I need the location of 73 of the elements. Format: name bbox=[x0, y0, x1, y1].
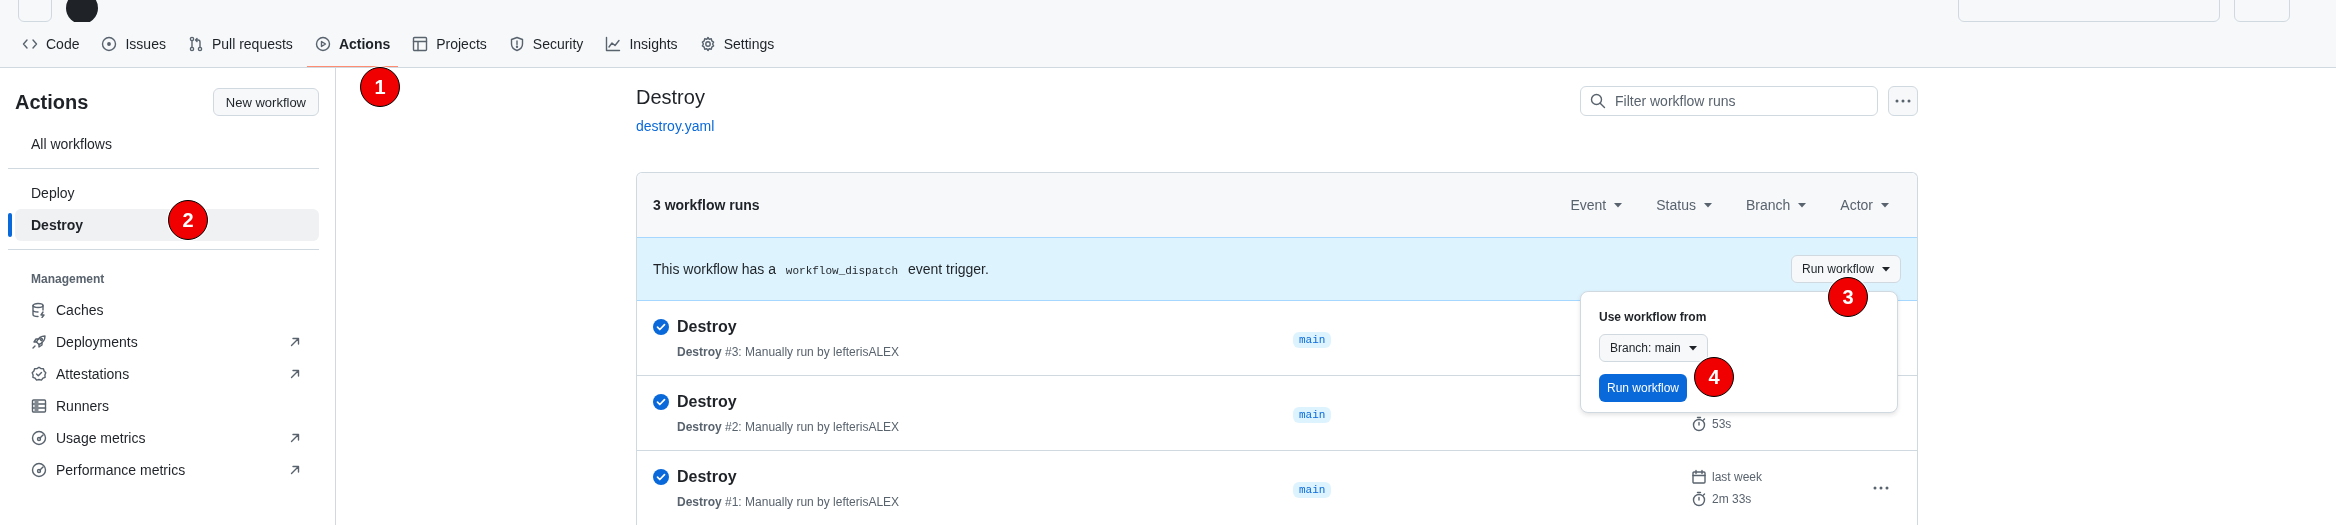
pull-request-icon bbox=[187, 36, 204, 52]
meter-icon bbox=[31, 430, 47, 446]
stopwatch-icon bbox=[1691, 416, 1707, 432]
run-workflow-dropdown[interactable]: Run workflow bbox=[1790, 255, 1901, 283]
run-duration: 53s bbox=[1712, 417, 1732, 431]
table-icon bbox=[412, 36, 429, 52]
repo-tab[interactable]: Settings bbox=[691, 22, 783, 67]
section-heading: Management bbox=[30, 271, 106, 288]
sidebar-item[interactable]: Caches bbox=[8, 294, 319, 326]
popover-heading: Use workflow from bbox=[1599, 310, 1708, 324]
new-workflow-button[interactable]: New workflow bbox=[212, 88, 319, 116]
repo-tab[interactable]: Security bbox=[500, 22, 592, 67]
stopwatch-icon bbox=[1691, 491, 1707, 507]
sidebar-item[interactable]: Runners bbox=[8, 390, 319, 422]
banner-text: This workflow has a workflow_dispatch event trigger. bbox=[653, 261, 990, 277]
runs-count: 3 workflow runs bbox=[653, 197, 761, 213]
run-duration: 2m 33s bbox=[1712, 492, 1752, 506]
run-description: Destroy #3: Manually run by lefterisALEX bbox=[677, 344, 901, 359]
caret-icon bbox=[1614, 202, 1623, 208]
verified-badge-icon bbox=[31, 366, 47, 382]
run-description: Destroy #1: Manually run by lefterisALEX bbox=[677, 494, 901, 509]
run-workflow-button[interactable]: Run workflow bbox=[1599, 374, 1688, 402]
database-icon bbox=[31, 302, 47, 318]
filter-dropdown[interactable]: Event bbox=[1548, 197, 1635, 213]
filter-dropdown[interactable]: Actor bbox=[1818, 197, 1901, 213]
check-circle-icon bbox=[653, 468, 669, 485]
filter-dropdown[interactable]: Branch bbox=[1723, 197, 1819, 213]
workflow-title: Destroy bbox=[636, 86, 706, 109]
caret-icon bbox=[1688, 345, 1697, 351]
check-circle-icon bbox=[653, 393, 669, 410]
gear-icon bbox=[699, 36, 716, 52]
repo-tab[interactable]: Projects bbox=[404, 22, 495, 67]
caret-icon bbox=[1881, 202, 1889, 208]
annotation-marker: 2 bbox=[168, 200, 208, 240]
run-title[interactable]: Destroy bbox=[677, 317, 737, 336]
filter-field[interactable]: Filter workflow runs bbox=[1580, 86, 1878, 116]
caret-icon bbox=[1703, 202, 1712, 208]
kebab-icon bbox=[1873, 486, 1889, 490]
annotation-marker: 1 bbox=[360, 67, 400, 107]
graph-icon bbox=[605, 36, 622, 52]
branch-dropdown[interactable]: Branch: main bbox=[1599, 334, 1708, 362]
meter-icon bbox=[31, 462, 47, 478]
repo-tab[interactable]: Code bbox=[14, 22, 88, 67]
filter-dropdown[interactable]: Status bbox=[1634, 197, 1724, 213]
calendar-icon bbox=[1691, 469, 1707, 485]
check-circle-icon bbox=[653, 318, 669, 335]
sidebar-title: Actions bbox=[15, 90, 89, 114]
shield-icon bbox=[508, 36, 525, 52]
repo-tab[interactable]: Insights bbox=[597, 22, 686, 67]
run-description: Destroy #2: Manually run by lefterisALEX bbox=[677, 419, 901, 434]
selection-indicator bbox=[8, 213, 12, 237]
kebab-icon bbox=[1895, 99, 1911, 103]
sidebar-item[interactable]: All workflows bbox=[15, 128, 319, 160]
run-title[interactable]: Destroy bbox=[677, 392, 737, 411]
sidebar-item[interactable]: Usage metrics bbox=[8, 422, 319, 454]
run-date: last week bbox=[1712, 470, 1763, 484]
play-icon bbox=[314, 36, 331, 52]
circle-dot-icon bbox=[101, 36, 118, 52]
branch-label[interactable]: main bbox=[1293, 407, 1332, 423]
run-title[interactable]: Destroy bbox=[677, 467, 737, 486]
branch-label[interactable]: main bbox=[1293, 482, 1332, 498]
sidebar-item[interactable]: Attestations bbox=[8, 358, 319, 390]
branch-label[interactable]: main bbox=[1293, 332, 1332, 348]
caret-icon bbox=[1882, 266, 1890, 272]
sidebar-item[interactable]: Performance metrics bbox=[8, 454, 319, 486]
repo-tab[interactable]: Issues bbox=[93, 22, 174, 67]
rocket-icon bbox=[31, 334, 47, 350]
caret-icon bbox=[1798, 202, 1807, 208]
repo-tab[interactable]: Pull requests bbox=[179, 22, 301, 67]
server-icon bbox=[31, 398, 47, 414]
sidebar-item[interactable]: Deployments bbox=[8, 326, 319, 358]
workflow-file-link[interactable]: destroy.yaml bbox=[636, 118, 715, 134]
search-icon bbox=[1590, 93, 1606, 109]
